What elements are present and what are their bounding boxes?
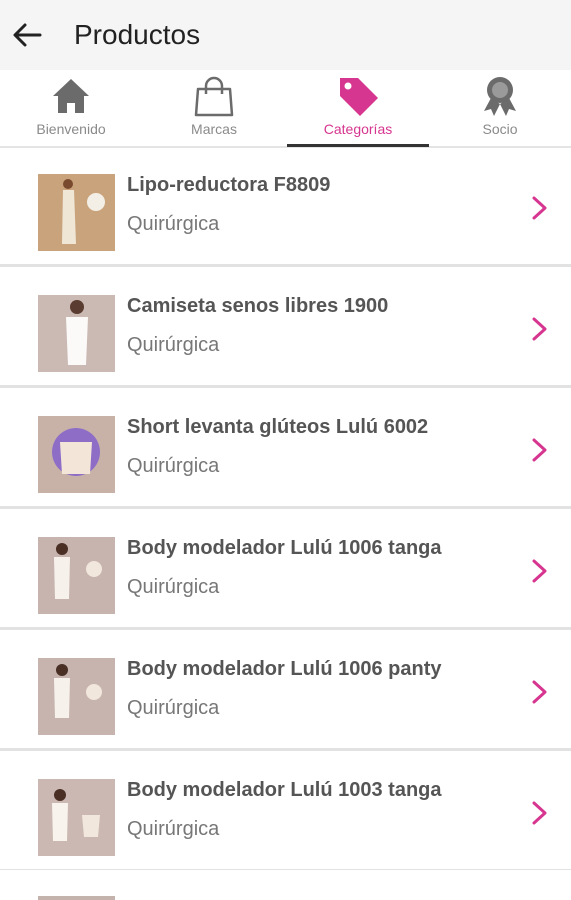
product-category: Quirúrgica [127,697,220,719]
chevron-right-icon [532,438,547,462]
product-name: Body modelador Lulú 1006 panty [127,658,442,680]
product-name: Short levanta glúteos Lulú 6002 [127,416,429,438]
product-thumbnail [38,896,115,900]
chevron-right-icon [532,196,547,220]
page-title: Productos [74,19,201,50]
product-row[interactable]: Camiseta senos libres 1900 Quirúrgica [0,269,571,388]
chevron-right-icon [532,317,547,341]
shopping-bag-icon [194,76,234,117]
product-name: Body modelador Lulú 1006 tanga [127,537,442,559]
active-tab-indicator [287,144,429,147]
product-thumbnail [38,658,115,735]
tab-marcas[interactable]: Marcas [143,70,285,148]
product-thumbnail [38,174,115,251]
product-category: Quirúrgica [127,818,220,840]
product-category: Quirúrgica [127,576,220,598]
product-name: Body modelador Lulú 1003 tanga [127,779,442,801]
product-row[interactable]: Body modelador Lulú 1006 panty Quirúrgic… [0,632,571,751]
product-row[interactable]: Short levanta glúteos Lulú 6002 Quirúrgi… [0,390,571,509]
tab-label: Marcas [191,121,237,137]
product-name: Lipo-reductora F8809 [127,174,331,196]
product-category: Quirúrgica [127,334,220,356]
product-row[interactable]: Body modelador Lulú 1003 tanga Quirúrgic… [0,753,571,872]
tab-categorias[interactable]: Categorías [287,70,429,148]
tab-label: Categorías [323,121,393,137]
tab-bar: Bienvenido Marcas Categorías Socio [0,70,571,148]
home-icon [53,79,89,113]
product-row[interactable]: Lipo-reductora F8809 Quirúrgica [0,148,571,267]
app-bar: Productos [0,0,571,70]
award-ribbon-icon [484,77,516,116]
tab-bienvenido[interactable]: Bienvenido [0,70,142,148]
tab-socio[interactable]: Socio [429,70,571,148]
product-category: Quirúrgica [127,455,220,477]
product-name: Camiseta senos libres 1900 [127,295,389,317]
product-thumbnail [38,295,115,372]
back-arrow-icon[interactable] [10,18,44,52]
tab-label: Bienvenido [36,121,106,137]
chevron-right-icon [532,801,547,825]
product-category: Quirúrgica [127,213,220,235]
chevron-right-icon [532,559,547,583]
tab-label: Socio [482,121,518,137]
product-row-partial[interactable] [0,870,571,900]
product-thumbnail [38,537,115,614]
product-row[interactable]: Body modelador Lulú 1006 tanga Quirúrgic… [0,511,571,630]
product-thumbnail [38,416,115,493]
product-thumbnail [38,779,115,856]
chevron-right-icon [532,680,547,704]
tag-icon [340,78,378,116]
